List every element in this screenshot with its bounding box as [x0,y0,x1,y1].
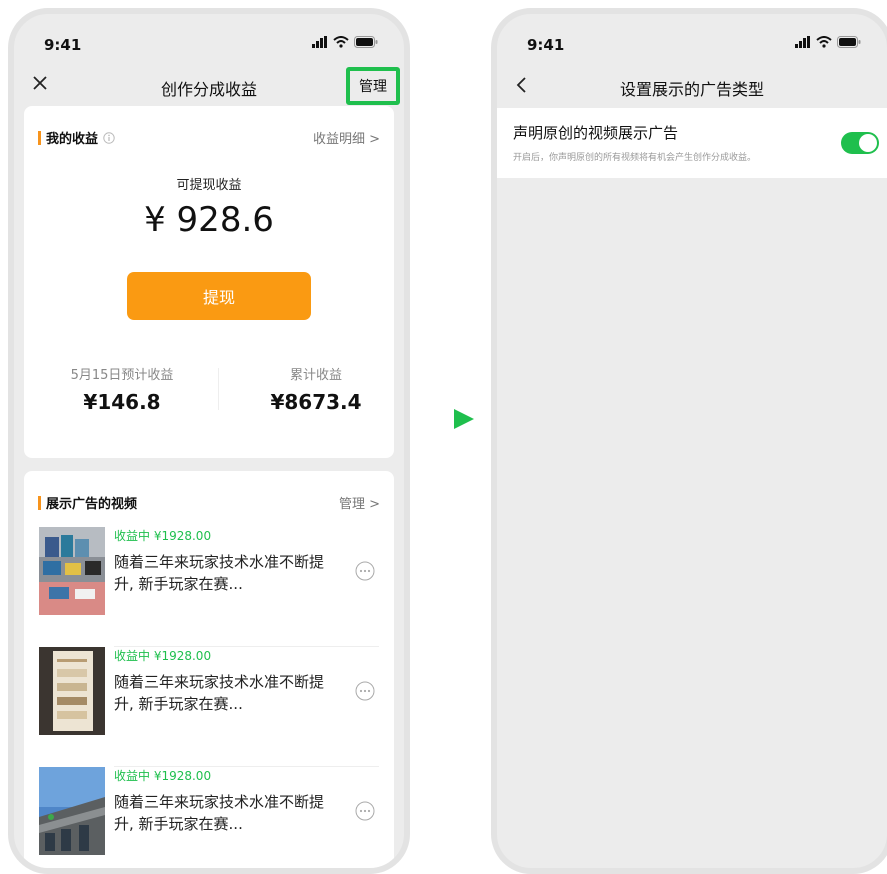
toggle-knob [859,134,877,152]
total-label: 累计收益 [289,368,342,383]
ad-toggle[interactable] [841,132,879,154]
withdraw-button[interactable]: 提现 [127,272,311,320]
status-time: 9:41 [44,36,82,54]
more-icon[interactable] [355,681,375,701]
withdrawable-label: 可提现收益 [176,178,242,193]
total-value: ¥8673.4 [270,390,362,414]
stats-divider [218,368,219,410]
videos-manage-link[interactable]: 管理 > [339,493,380,512]
wifi-icon [333,36,349,48]
section-accent [38,130,41,145]
list-item[interactable]: 收益中 ¥1928.00 随着三年来玩家技术水准不断提升, 新手玩家在赛... [39,647,379,767]
manage-button[interactable]: 管理 [346,67,400,105]
earnings-detail-link[interactable]: 收益明细 > [313,128,380,147]
more-icon[interactable] [355,561,375,581]
page-title: 设置展示的广告类型 [619,80,764,99]
battery-icon [354,36,378,48]
section-accent [38,495,41,510]
withdrawable-amount: ¥ 928.6 [144,200,274,240]
earnings-section-title: 我的收益 [46,132,99,147]
earnings-card: 我的收益 收益明细 > 可提现收益 ¥ 928.6 提现 5月15日预计收益 ¥… [24,106,394,458]
videos-card: 展示广告的视频 管理 > 收益中 ¥1928.00 随着三年来玩家技术水准不断提… [24,471,394,868]
nav-bar: 创作分成收益 管理 [14,67,404,106]
videos-section-title: 展示广告的视频 [46,497,138,512]
video-status: 收益中 ¥1928.00 [114,649,212,663]
video-status: 收益中 ¥1928.00 [114,769,212,783]
setting-description: 开启后，你声明原创的所有视频将有机会产生创作分成收益。 [513,153,757,163]
phone-right: 9:41 设置展示的广告类型 声明原创的视频展示广告 开启后，你声明原创的所有视… [491,8,887,874]
list-item[interactable]: 收益中 ¥1928.00 随着三年来玩家技术水准不断提升, 新手玩家在赛... [39,527,379,647]
wifi-icon [816,36,832,48]
list-item[interactable]: 收益中 ¥1928.00 随着三年来玩家技术水准不断提升, 新手玩家在赛... [39,767,379,868]
estimate-value: ¥146.8 [83,390,161,414]
signal-icon [795,36,810,48]
ad-setting-row[interactable]: 声明原创的视频展示广告 开启后，你声明原创的所有视频将有机会产生创作分成收益。 [497,108,887,178]
setting-title: 声明原创的视频展示广告 [513,124,679,142]
battery-icon [837,36,861,48]
video-title: 随着三年来玩家技术水准不断提升, 新手玩家在赛... [114,553,325,593]
video-title: 随着三年来玩家技术水准不断提升, 新手玩家在赛... [114,673,325,713]
phone-left: 9:41 创作分成收益 管理 我的收益 收益明细 > 可提现收益 ¥ 928.6… [8,8,410,874]
status-bar: 9:41 [497,30,887,56]
video-thumbnail [39,527,105,615]
nav-bar: 设置展示的广告类型 [497,70,887,106]
status-time: 9:41 [527,36,565,54]
more-icon[interactable] [355,801,375,821]
status-bar: 9:41 [14,30,404,56]
arrow-right-icon [454,409,474,429]
signal-icon [312,36,327,48]
video-thumbnail [39,767,105,855]
video-title: 随着三年来玩家技术水准不断提升, 新手玩家在赛... [114,793,325,833]
estimate-label: 5月15日预计收益 [70,368,174,383]
info-icon[interactable] [103,131,115,144]
video-status: 收益中 ¥1928.00 [114,529,212,543]
video-thumbnail [39,647,105,735]
